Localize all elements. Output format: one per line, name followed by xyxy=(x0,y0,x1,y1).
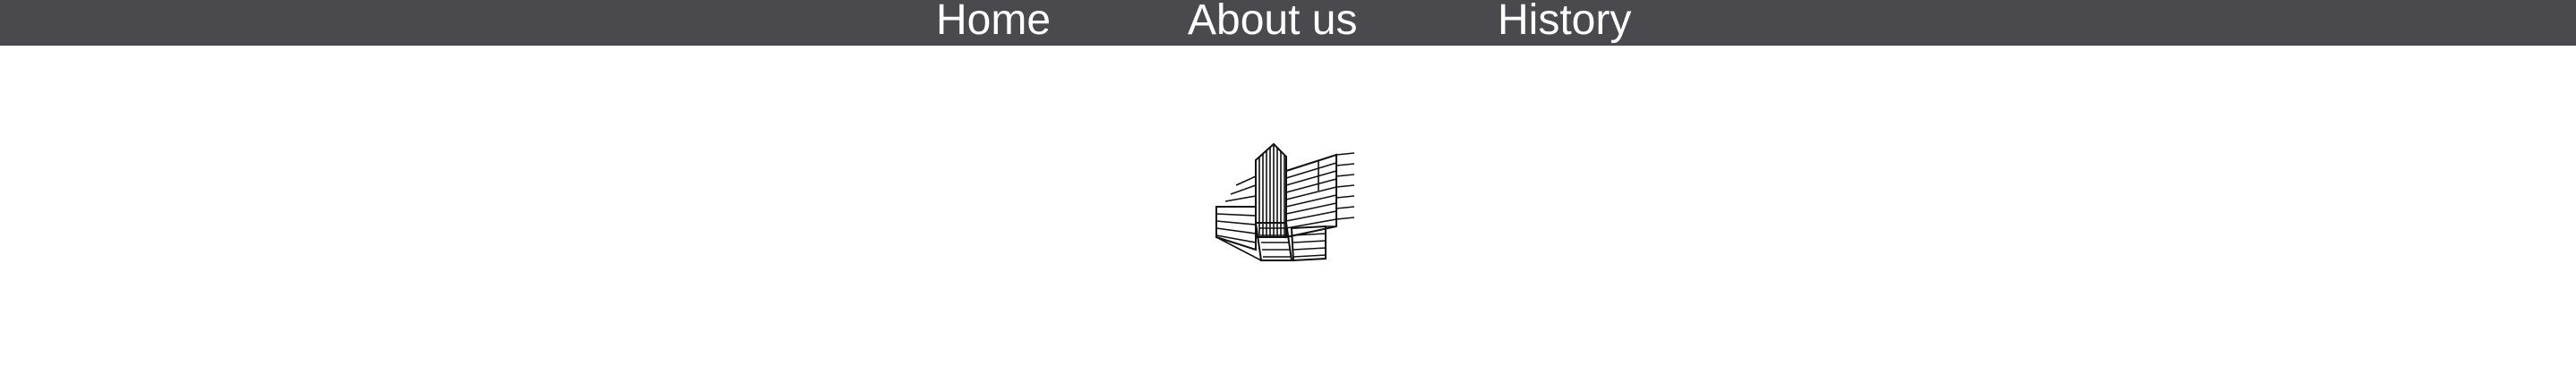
building-logo-icon xyxy=(1215,139,1355,264)
top-navigation-bar: Home About us History xyxy=(0,0,2576,46)
main-navigation: Home About us History xyxy=(0,0,2576,46)
nav-link-history[interactable]: History xyxy=(1498,0,1631,46)
building-logo-graphic xyxy=(1215,142,1355,262)
nav-link-about-us[interactable]: About us xyxy=(1188,0,1357,46)
nav-link-home[interactable]: Home xyxy=(936,0,1051,46)
